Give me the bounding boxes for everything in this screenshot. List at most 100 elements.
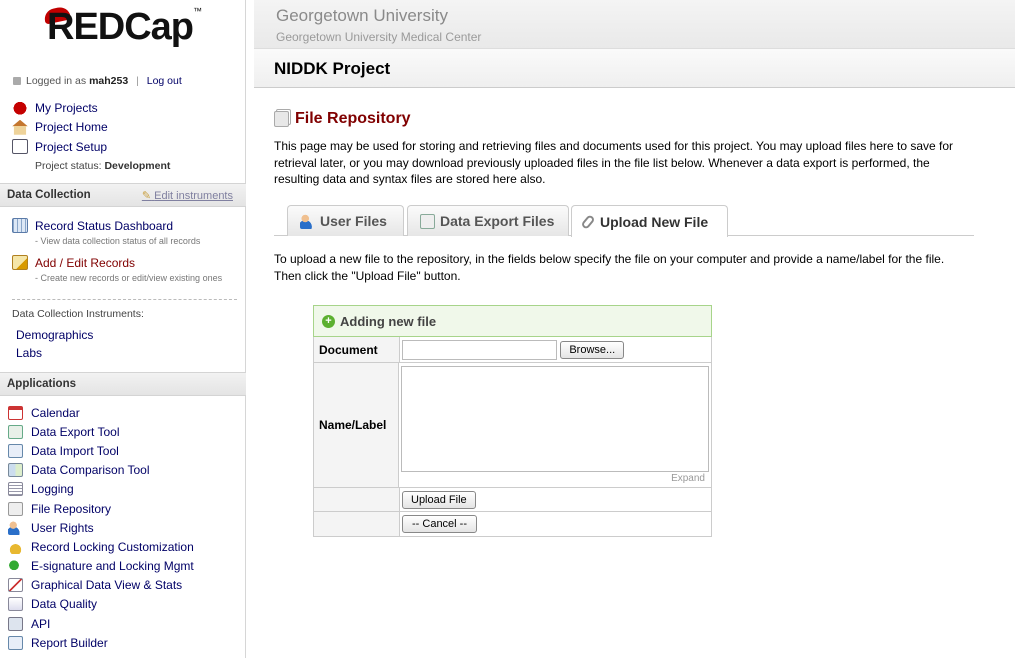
my-projects-link[interactable]: My Projects [35,101,98,115]
add-edit-records-link[interactable]: Add / Edit Records [35,256,135,270]
app-file-repository[interactable]: File Repository [8,499,194,518]
report-builder-link[interactable]: Report Builder [31,636,108,650]
form-heading: Adding new file [340,313,437,329]
cancel-button[interactable]: -- Cancel -- [402,515,478,533]
app-api[interactable]: API [8,614,194,633]
home-icon [12,119,28,135]
instrument-demographics-link[interactable]: Demographics [16,328,93,342]
data-export-link[interactable]: Data Export Tool [31,425,120,439]
expand-link[interactable]: Expand [401,473,709,484]
app-graphical-view[interactable]: Graphical Data View & Stats [8,576,194,595]
lock-icon [8,539,23,554]
app-logging[interactable]: Logging [8,480,194,499]
quality-check-icon [8,597,23,612]
nav-project-setup[interactable]: Project Setup [12,137,170,157]
logged-in-label: Logged in as [26,75,87,87]
upload-row: Upload File [314,488,711,512]
project-title-bar: NIDDK Project [254,48,1015,88]
name-label-row: Name/Label Expand [314,363,711,488]
instruments-label: Data Collection Instruments: [12,308,144,320]
instrument-demographics[interactable]: Demographics [16,328,93,342]
institution-banner: Georgetown University Georgetown Univers… [254,0,1015,48]
login-separator: | [136,75,139,87]
pencil-icon: ✎ [141,190,152,202]
calendar-link[interactable]: Calendar [31,406,80,420]
edit-instruments-link[interactable]: ✎ Edit instruments [142,189,233,202]
document-row: Document Browse... [314,337,711,363]
report-icon [8,635,23,650]
logo-trademark: ™ [193,6,203,16]
project-home-link[interactable]: Project Home [35,120,108,134]
export-icon [8,424,23,439]
grid-icon [12,218,28,233]
app-calendar[interactable]: Calendar [8,403,194,422]
data-comparison-link[interactable]: Data Comparison Tool [31,463,150,477]
tab-user-files-label: User Files [320,213,387,229]
upload-instructions: To upload a new file to the repository, … [274,252,945,283]
record-locking-link[interactable]: Record Locking Customization [31,540,194,554]
graphical-view-link[interactable]: Graphical Data View & Stats [31,578,182,592]
export-icon [420,213,435,229]
app-user-rights[interactable]: User Rights [8,518,194,537]
app-data-export[interactable]: Data Export Tool [8,422,194,441]
record-status-dashboard-item[interactable]: Record Status Dashboard - View data coll… [12,218,237,246]
files-icon [274,111,289,127]
data-quality-link[interactable]: Data Quality [31,597,97,611]
data-import-link[interactable]: Data Import Tool [31,444,119,458]
upload-file-button[interactable]: Upload File [402,491,476,509]
browse-button[interactable]: Browse... [560,341,625,359]
project-nav: My Projects Project Home Project Setup P… [12,98,170,176]
tab-upload-new-file[interactable]: Upload New File [571,205,728,237]
record-status-dashboard-link[interactable]: Record Status Dashboard [35,219,173,233]
status-value: Development [104,160,171,173]
project-status: Project status: Development [12,157,170,177]
applications-heading: Applications [7,378,77,390]
nav-my-projects[interactable]: My Projects [12,98,170,118]
sidebar: REDCap™ Logged in as mah253 | Log out My… [0,0,246,658]
tab-data-export-files[interactable]: Data Export Files [407,205,569,236]
app-report-builder[interactable]: Report Builder [8,633,194,652]
chart-icon [8,578,23,593]
instrument-labs[interactable]: Labs [16,346,42,360]
document-label: Document [314,337,400,362]
edit-instruments-label[interactable]: Edit instruments [154,190,233,202]
app-data-import[interactable]: Data Import Tool [8,441,194,460]
project-setup-link[interactable]: Project Setup [35,140,107,154]
users-icon [300,213,315,229]
file-repository-link[interactable]: File Repository [31,502,111,516]
dashboard-description: - View data collection status of all rec… [35,236,201,246]
checklist-icon [12,139,28,155]
user-rights-link[interactable]: User Rights [31,521,94,535]
lock-icon [13,77,21,86]
file-path-input[interactable] [402,340,557,360]
nav-project-home[interactable]: Project Home [12,118,170,138]
paperclip-icon [580,213,596,230]
tab-user-files[interactable]: User Files [287,205,404,236]
app-record-locking[interactable]: Record Locking Customization [8,537,194,556]
app-esignature[interactable]: E-signature and Locking Mgmt [8,557,194,576]
calendar-icon [8,405,23,420]
site-name: Georgetown University Medical Center [276,30,482,44]
instrument-labs-link[interactable]: Labs [16,346,42,360]
page-title: File Repository [274,108,974,130]
import-icon [8,443,23,458]
api-link[interactable]: API [31,617,50,631]
upload-form: + Adding new file Document Browse... Nam… [313,305,712,537]
logout-link[interactable]: Log out [147,75,182,87]
name-label-textarea[interactable] [401,366,709,472]
logging-link[interactable]: Logging [31,482,74,496]
form-table: Document Browse... Name/Label Expand Upl… [313,337,712,537]
app-data-comparison[interactable]: Data Comparison Tool [8,461,194,480]
app-data-quality[interactable]: Data Quality [8,595,194,614]
add-edit-records-item[interactable]: Add / Edit Records - Create new records … [12,255,237,283]
project-title: NIDDK Project [274,59,391,78]
data-collection-heading: Data Collection [7,189,91,201]
applications-list: Calendar Data Export Tool Data Import To… [8,403,194,652]
esignature-link[interactable]: E-signature and Locking Mgmt [31,559,194,573]
tab-bar: User Files Data Export Files Upload New … [274,205,974,237]
status-label: Project status: [35,160,102,173]
redcap-logo[interactable]: REDCap™ [0,0,245,68]
name-label-label: Name/Label [314,363,399,487]
login-info: Logged in as mah253 | Log out [13,75,182,87]
add-edit-description: - Create new records or edit/view existi… [35,273,223,283]
